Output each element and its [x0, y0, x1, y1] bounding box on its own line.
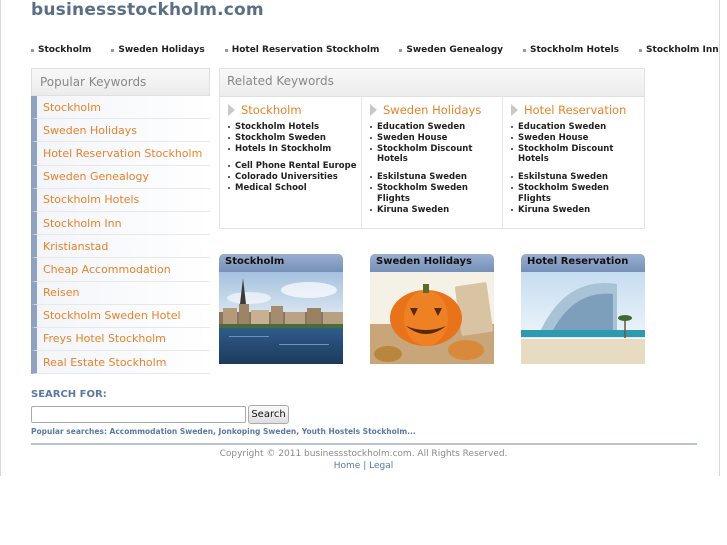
- related-link[interactable]: Stockholm Sweden Flights: [511, 183, 643, 205]
- topnav-label[interactable]: Sweden Holidays: [118, 45, 204, 55]
- tile-caption[interactable]: Stockholm: [219, 254, 343, 272]
- topnav-label[interactable]: Hotel Reservation Stockholm: [232, 45, 380, 55]
- top-nav: Stockholm Sweden Holidays Hotel Reservat…: [31, 45, 727, 55]
- related-column-title[interactable]: Hotel Reservation: [511, 103, 643, 117]
- tile-caption[interactable]: Sweden Holidays: [370, 254, 494, 272]
- search-input[interactable]: [31, 406, 246, 423]
- related-column: Hotel Reservation Education Sweden Swede…: [502, 97, 643, 228]
- triangle-icon: [370, 104, 377, 116]
- tile-hotel-reservation[interactable]: Hotel Reservation: [521, 254, 645, 364]
- sidebar-item[interactable]: Sweden Holidays: [31, 119, 210, 143]
- tile-stockholm[interactable]: Stockholm: [219, 254, 343, 364]
- related-column-title[interactable]: Stockholm: [228, 103, 361, 117]
- related-heading: Related Keywords: [220, 69, 644, 97]
- related-column-title[interactable]: Sweden Holidays: [370, 103, 502, 117]
- triangle-icon: [228, 104, 235, 116]
- bullet-icon: [224, 48, 228, 52]
- search-label: SEARCH FOR:: [31, 389, 107, 400]
- related-link[interactable]: Kiruna Sweden: [511, 205, 643, 216]
- related-link[interactable]: Colorado Universities: [228, 172, 361, 183]
- search-button[interactable]: Search: [248, 405, 289, 424]
- site-title[interactable]: businessstockholm.com: [31, 0, 264, 20]
- topnav-item-stockholm[interactable]: Stockholm: [31, 45, 91, 55]
- sidebar-item[interactable]: Stockholm: [31, 96, 210, 120]
- related-link[interactable]: Kiruna Sweden: [370, 205, 502, 216]
- related-link[interactable]: Stockholm Discount Hotels: [511, 144, 643, 166]
- related-link[interactable]: Hotels In Stockholm: [228, 144, 361, 155]
- related-column-title-text[interactable]: Hotel Reservation: [524, 103, 626, 117]
- sidebar-heading: Popular Keywords: [31, 68, 210, 96]
- bullet-icon: [523, 48, 526, 52]
- tile-caption[interactable]: Hotel Reservation: [521, 254, 645, 272]
- topnav-item-hotel-reservation[interactable]: Hotel Reservation Stockholm: [224, 45, 380, 55]
- related-link[interactable]: Sweden House: [511, 133, 643, 144]
- sidebar-item[interactable]: Real Estate Stockholm: [31, 351, 210, 375]
- popular-keywords-sidebar: Popular Keywords Stockholm Sweden Holida…: [31, 68, 210, 375]
- copyright-text: Copyright © 2011 businessstockholm.com. …: [219, 449, 508, 459]
- related-link[interactable]: Medical School: [228, 183, 361, 194]
- related-link[interactable]: Stockholm Sweden Flights: [370, 183, 502, 205]
- related-link[interactable]: Education Sweden: [370, 122, 502, 133]
- sidebar-item[interactable]: Reisen: [31, 281, 210, 305]
- topnav-item-sweden-genealogy[interactable]: Sweden Genealogy: [399, 45, 503, 55]
- related-link[interactable]: Stockholm Sweden: [228, 133, 361, 144]
- footer-divider: [31, 443, 697, 445]
- related-column: Stockholm Stockholm Hotels Stockholm Swe…: [220, 97, 361, 228]
- related-link[interactable]: Sweden House: [370, 133, 502, 144]
- tile-sweden-holidays[interactable]: Sweden Holidays: [370, 254, 494, 364]
- bullet-icon: [639, 48, 643, 52]
- sidebar-item[interactable]: Stockholm Inn: [31, 211, 210, 236]
- topnav-label[interactable]: Stockholm: [38, 45, 91, 55]
- footer-links[interactable]: Home | Legal: [0, 461, 727, 471]
- sidebar-item[interactable]: Hotel Reservation Stockholm: [31, 142, 210, 166]
- topnav-item-sweden-holidays[interactable]: Sweden Holidays: [111, 45, 205, 55]
- related-column: Sweden Holidays Education Sweden Sweden …: [361, 97, 502, 228]
- bullet-icon: [399, 48, 403, 52]
- bullet-icon: [111, 48, 115, 52]
- related-link[interactable]: Eskilstuna Sweden: [370, 172, 502, 183]
- sidebar-item[interactable]: Freys Hotel Stockholm: [31, 327, 210, 352]
- sidebar-item[interactable]: Stockholm Sweden Hotel: [31, 304, 210, 328]
- related-link[interactable]: Education Sweden: [511, 122, 643, 133]
- popular-searches[interactable]: Popular searches: Accommodation Sweden, …: [31, 427, 416, 436]
- related-link[interactable]: Stockholm Hotels: [228, 122, 361, 133]
- topnav-label[interactable]: Stockholm Inn: [646, 45, 719, 55]
- topnav-item-stockholm-hotels[interactable]: Stockholm Hotels: [523, 45, 619, 55]
- related-keywords-panel: Related Keywords Stockholm Stockholm Hot…: [219, 68, 645, 229]
- topnav-label[interactable]: Stockholm Hotels: [530, 45, 619, 55]
- topnav-label[interactable]: Sweden Genealogy: [406, 45, 503, 55]
- related-column-title-text[interactable]: Sweden Holidays: [383, 103, 481, 117]
- related-link[interactable]: Eskilstuna Sweden: [511, 172, 643, 183]
- sidebar-item[interactable]: Stockholm Hotels: [31, 188, 210, 212]
- triangle-icon: [511, 104, 518, 116]
- related-column-title-text[interactable]: Stockholm: [241, 103, 302, 117]
- related-link[interactable]: Cell Phone Rental Europe: [228, 161, 361, 172]
- sidebar-item[interactable]: Cheap Accommodation: [31, 258, 210, 282]
- topnav-item-stockholm-inn[interactable]: Stockholm Inn: [639, 45, 719, 55]
- sidebar-item[interactable]: Kristianstad: [31, 235, 210, 259]
- bullet-icon: [31, 48, 34, 52]
- related-link[interactable]: Stockholm Discount Hotels: [370, 144, 502, 166]
- sidebar-item[interactable]: Sweden Genealogy: [31, 165, 210, 189]
